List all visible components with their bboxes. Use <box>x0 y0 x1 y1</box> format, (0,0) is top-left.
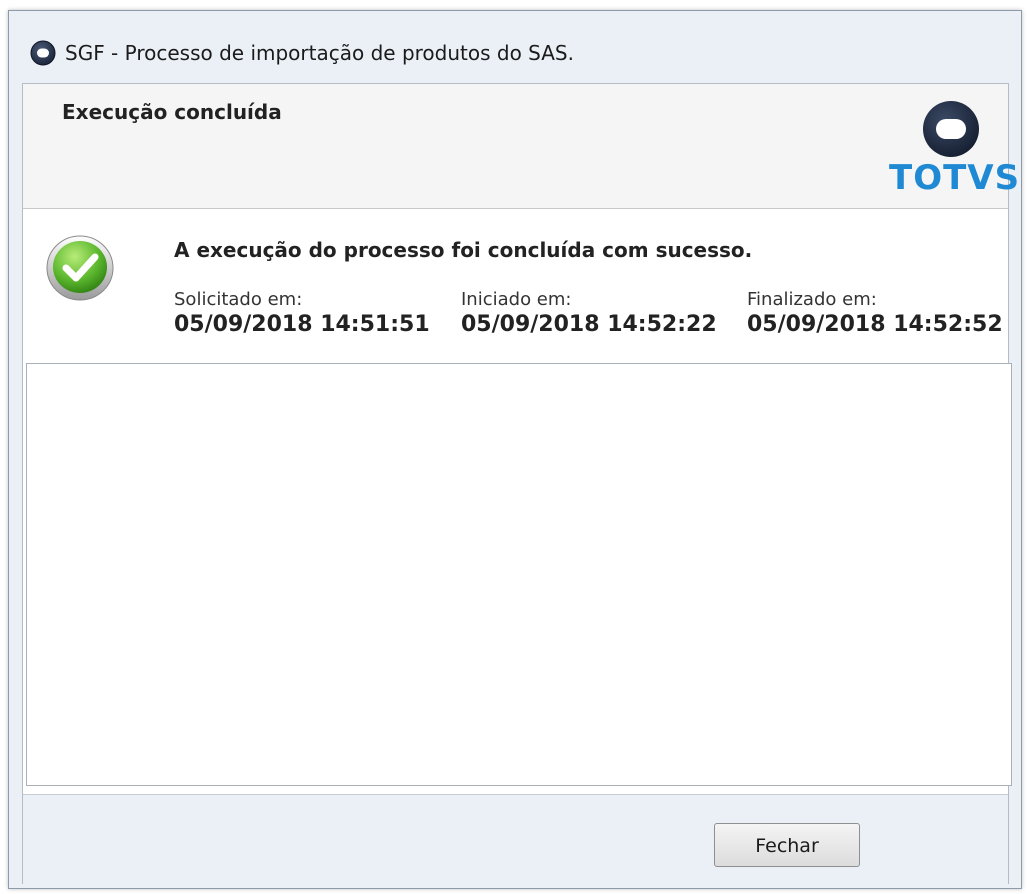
finished-time-group: Finalizado em: 05/09/2018 14:52:52 <box>747 289 1003 339</box>
footer-panel: Fechar <box>23 794 1008 884</box>
started-label: Iniciado em: <box>461 289 572 310</box>
close-button[interactable]: Fechar <box>714 823 860 867</box>
started-time-group: Iniciado em: 05/09/2018 14:52:22 <box>461 289 717 339</box>
window-title: SGF - Processo de importação de produtos… <box>65 41 574 65</box>
totvs-logo-text: TOTVS <box>889 158 1021 198</box>
status-message: A execução do processo foi concluída com… <box>174 238 753 262</box>
dialog-window: SGF - Processo de importação de produtos… <box>8 10 1022 889</box>
title-bar[interactable]: SGF - Processo de importação de produtos… <box>9 11 1021 83</box>
success-check-icon <box>46 235 114 301</box>
requested-time-group: Solicitado em: 05/09/2018 14:51:51 <box>174 289 430 339</box>
app-icon <box>30 40 56 66</box>
page-title: Execução concluída <box>62 100 282 124</box>
log-output-area[interactable] <box>26 363 1012 786</box>
totvs-logo-icon <box>923 101 979 157</box>
header-panel: Execução concluída TOTVS <box>23 84 1019 209</box>
requested-label: Solicitado em: <box>174 289 303 310</box>
dialog-content: Execução concluída TOTVS A execução do p… <box>22 83 1019 884</box>
started-value: 05/09/2018 14:52:22 <box>461 312 717 337</box>
finished-value: 05/09/2018 14:52:52 <box>747 312 1003 337</box>
finished-label: Finalizado em: <box>747 289 877 310</box>
requested-value: 05/09/2018 14:51:51 <box>174 312 430 337</box>
